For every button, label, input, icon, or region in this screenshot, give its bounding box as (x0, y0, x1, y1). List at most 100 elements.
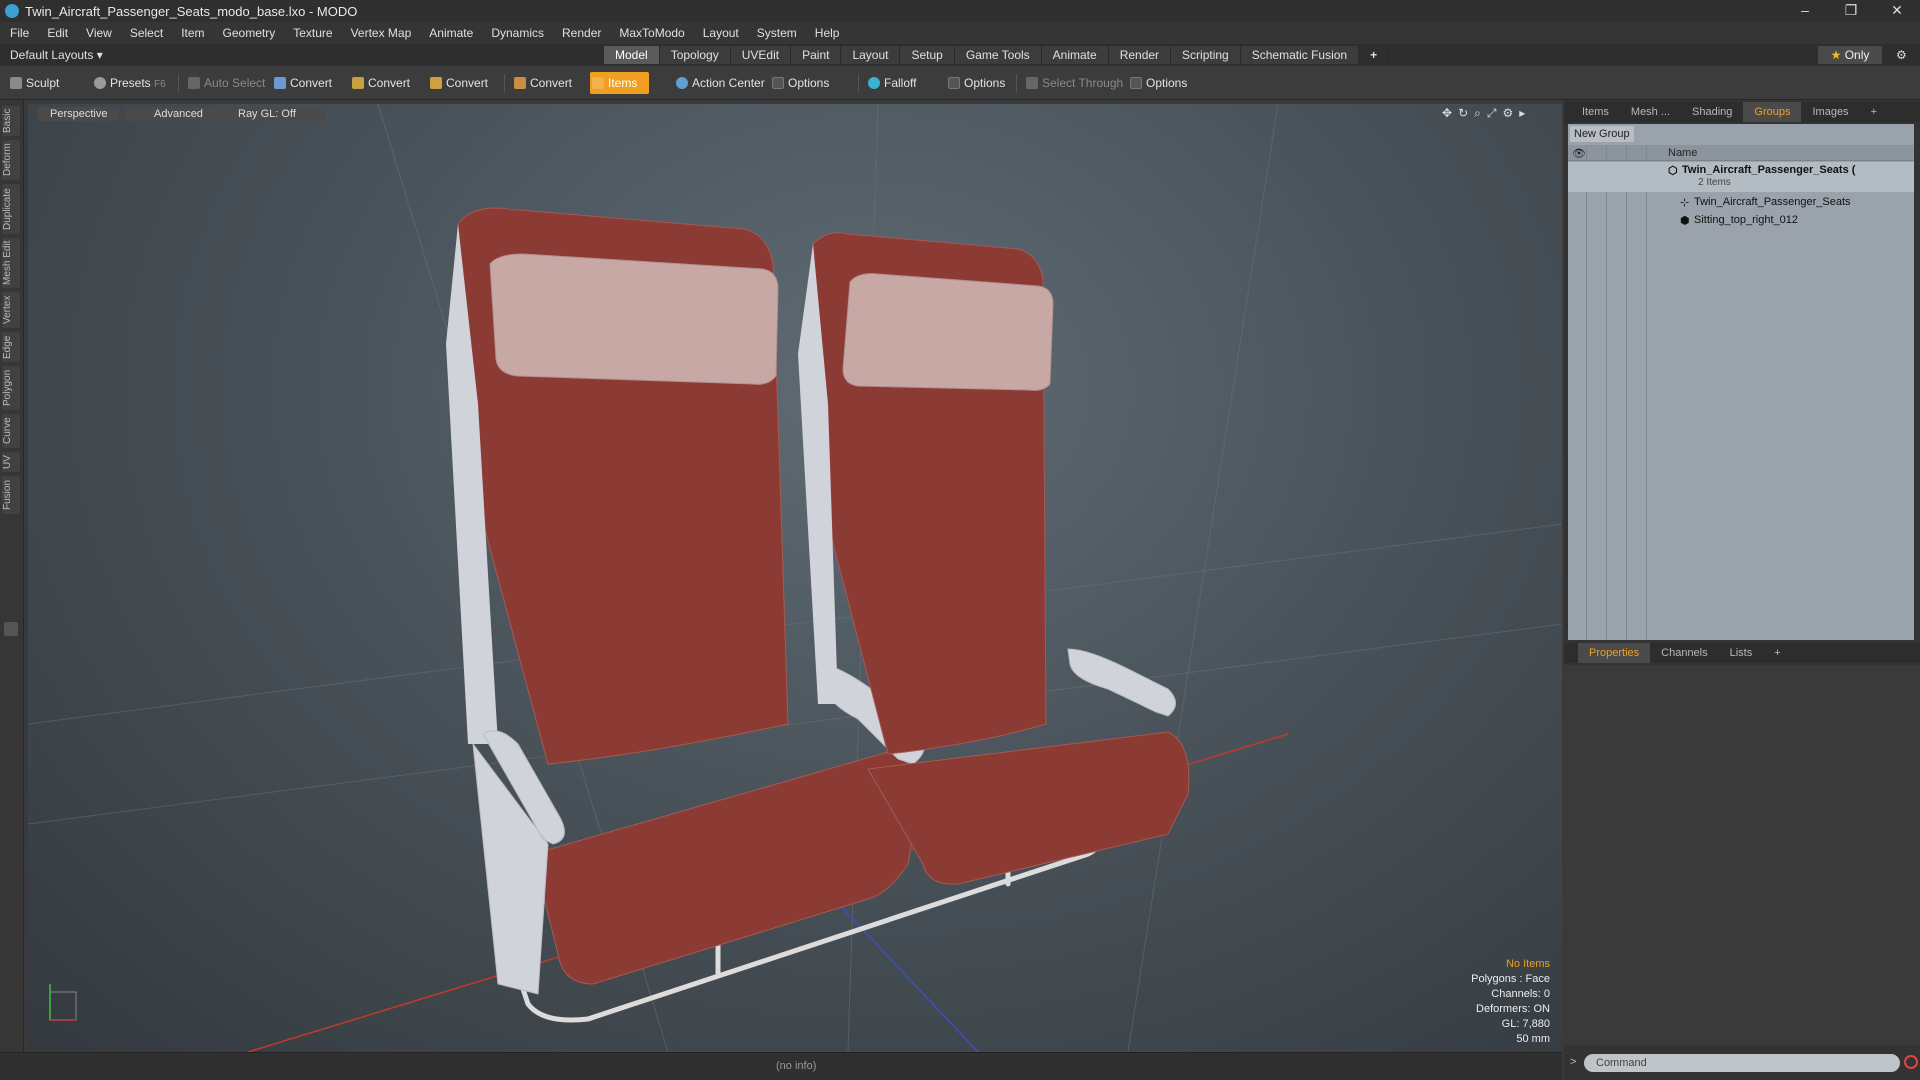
add-panel-tab-button[interactable]: + (1763, 643, 1791, 663)
tab-lists[interactable]: Lists (1719, 643, 1764, 663)
tab-images[interactable]: Images (1801, 102, 1859, 122)
rotate-view-icon[interactable]: ↻ (1458, 106, 1468, 121)
tab-vertex[interactable]: Vertex (2, 292, 20, 328)
presets-button[interactable]: Presets F6 (92, 72, 166, 94)
items-mode-button[interactable]: Items (590, 72, 650, 94)
tab-edge[interactable]: Edge (2, 332, 20, 362)
tab-basic[interactable]: Basic (2, 106, 20, 136)
menu-render[interactable]: Render (553, 22, 610, 44)
select-through-button[interactable]: Select Through (1024, 72, 1123, 94)
tab-shading[interactable]: Shading (1681, 102, 1743, 122)
tab-topology[interactable]: Topology (659, 46, 731, 64)
only-label: Only (1844, 48, 1870, 62)
only-toggle[interactable]: ★ Only (1818, 46, 1882, 64)
convert-polygon-button[interactable]: Convert (428, 72, 488, 94)
tab-paint[interactable]: Paint (791, 46, 842, 64)
viewport-settings-icon[interactable]: ⚙ (1502, 106, 1513, 121)
tab-items[interactable]: Items (1564, 102, 1620, 122)
falloff-button[interactable]: Falloff (866, 72, 916, 94)
auto-select-button[interactable]: Auto Select (186, 72, 265, 94)
options-label: Options (964, 76, 1006, 90)
toolbar-divider (1016, 74, 1017, 92)
layout-bar: Default Layouts ▾ Model Topology UVEdit … (0, 44, 1920, 66)
command-history-icon[interactable] (1904, 1055, 1918, 1069)
group-row[interactable]: ⬡ Twin_Aircraft_Passenger_Seats ( 2 Item… (1568, 162, 1914, 192)
add-panel-tab-button[interactable]: + (1860, 102, 1888, 122)
close-button[interactable]: ✕ (1874, 0, 1920, 22)
tab-render[interactable]: Render (1108, 46, 1172, 64)
convert-item-button[interactable]: Convert (512, 72, 572, 94)
tab-properties[interactable]: Properties (1578, 643, 1651, 663)
menu-vertex-map[interactable]: Vertex Map (342, 22, 421, 44)
tab-layout[interactable]: Layout (841, 46, 901, 64)
expand-tools-icon[interactable] (4, 622, 18, 636)
tab-groups[interactable]: Groups (1743, 102, 1802, 122)
tab-mesh-edit[interactable]: Mesh Edit (2, 238, 20, 288)
menu-texture[interactable]: Texture (284, 22, 341, 44)
tab-scripting[interactable]: Scripting (1171, 46, 1241, 64)
menu-edit[interactable]: Edit (38, 22, 77, 44)
tab-setup[interactable]: Setup (900, 46, 955, 64)
convert-icon (274, 77, 286, 89)
command-prompt: > (1570, 1056, 1577, 1068)
menu-select[interactable]: Select (121, 22, 172, 44)
tab-curve[interactable]: Curve (2, 414, 20, 448)
properties-pane (1564, 665, 1920, 1045)
tree-item-mesh[interactable]: ⬢ Sitting_top_right_012 (1568, 212, 1914, 230)
tool-bar: Sculpt Presets F6 Auto Select Convert Co… (0, 66, 1920, 100)
convert-edge-button[interactable]: Convert (350, 72, 410, 94)
gear-icon[interactable]: ⚙ (1896, 46, 1907, 64)
action-center-button[interactable]: Action Center (674, 72, 765, 94)
tab-fusion[interactable]: Fusion (2, 476, 20, 514)
convert-vertex-button[interactable]: Convert (272, 72, 332, 94)
raygl-toggle[interactable]: Ray GL: Off (208, 107, 326, 121)
window-controls: – ❐ ✕ (1782, 0, 1920, 22)
tab-uv[interactable]: UV (2, 452, 20, 472)
name-column-header[interactable]: Name (1668, 147, 1697, 159)
move-view-icon[interactable]: ✥ (1442, 106, 1452, 121)
menu-help[interactable]: Help (806, 22, 849, 44)
new-group-button[interactable]: New Group (1570, 126, 1634, 142)
menu-file[interactable]: File (0, 22, 38, 44)
menu-view[interactable]: View (77, 22, 121, 44)
tab-uvedit[interactable]: UVEdit (730, 46, 792, 64)
select-through-options-button[interactable]: Options (1128, 72, 1187, 94)
tab-channels[interactable]: Channels (1650, 643, 1718, 663)
items-label: Items (608, 76, 638, 90)
tree-item-locator[interactable]: ⊹ Twin_Aircraft_Passenger_Seats (1568, 194, 1914, 212)
options-label: Options (1146, 76, 1188, 90)
tab-duplicate[interactable]: Duplicate (2, 184, 20, 234)
default-layouts-dropdown[interactable]: Default Layouts ▾ (10, 44, 103, 66)
viewport-expand-icon[interactable]: ▸ (1519, 106, 1525, 121)
tab-animate[interactable]: Animate (1041, 46, 1109, 64)
tab-game-tools[interactable]: Game Tools (954, 46, 1042, 64)
tab-schematic-fusion[interactable]: Schematic Fusion (1240, 46, 1360, 64)
minimize-button[interactable]: – (1782, 0, 1828, 22)
tab-polygon[interactable]: Polygon (2, 366, 20, 410)
view-mode-dropdown[interactable]: Perspective (38, 107, 120, 121)
menu-geometry[interactable]: Geometry (214, 22, 285, 44)
group-name: Twin_Aircraft_Passenger_Seats ( (1682, 164, 1856, 176)
zoom-view-icon[interactable]: ⌕ (1474, 106, 1481, 121)
command-input[interactable]: Command (1584, 1054, 1900, 1072)
menu-maxtomodo[interactable]: MaxToModo (610, 22, 693, 44)
action-center-options-button[interactable]: Options (770, 72, 829, 94)
tab-model[interactable]: Model (604, 46, 660, 64)
tab-deform[interactable]: Deform (2, 140, 20, 180)
menu-system[interactable]: System (748, 22, 806, 44)
restore-button[interactable]: ❐ (1828, 0, 1874, 22)
convert-icon (514, 77, 526, 89)
sculpt-button[interactable]: Sculpt (8, 72, 59, 94)
menu-item[interactable]: Item (172, 22, 213, 44)
fit-view-icon[interactable]: ⤢ (1487, 106, 1497, 121)
menu-animate[interactable]: Animate (420, 22, 482, 44)
convert-label: Convert (446, 76, 489, 90)
auto-select-icon (188, 77, 200, 89)
add-tab-button[interactable]: + (1359, 46, 1390, 64)
tab-mesh[interactable]: Mesh ... (1620, 102, 1681, 122)
top-panel-tabs: Items Mesh ... Shading Groups Images + (1564, 102, 1920, 122)
falloff-options-button[interactable]: Options (946, 72, 1005, 94)
menu-layout[interactable]: Layout (694, 22, 748, 44)
3d-viewport[interactable]: Perspective Advanced Ray GL: Off ✥ ↻ ⌕ ⤢… (28, 104, 1562, 1052)
menu-dynamics[interactable]: Dynamics (482, 22, 553, 44)
